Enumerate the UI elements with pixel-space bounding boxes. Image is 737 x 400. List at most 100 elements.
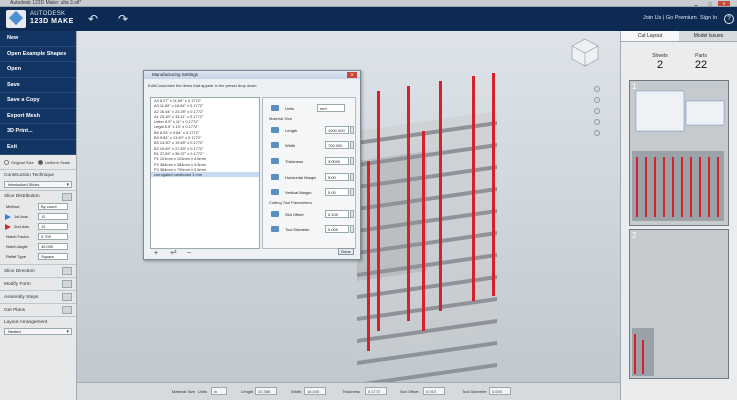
units-dropdown[interactable]: mm: [317, 104, 345, 112]
home-icon[interactable]: [594, 130, 600, 136]
close-button[interactable]: ✕: [718, 1, 730, 6]
menu-save-copy[interactable]: Save a Copy: [0, 93, 76, 109]
fit-icon[interactable]: [594, 119, 600, 125]
slot-offset-spinner[interactable]: [350, 210, 354, 218]
tab-model-issues[interactable]: Model Issues: [679, 31, 737, 42]
tool-diameter-row: Tool Diameter 0.000: [267, 225, 355, 233]
sheet-2-thumbnail[interactable]: 2: [629, 229, 729, 379]
length-row: Length 1000.000: [267, 126, 355, 134]
dialog-title: Manufacturing Settings: [152, 72, 199, 77]
parts-stat: Parts 22: [681, 53, 721, 71]
preset-list[interactable]: A4 8.27" x 11.69" x 0.1772" A3 11.69" x …: [150, 97, 260, 249]
slot-offset-field[interactable]: 0.010: [423, 387, 445, 395]
undo-icon[interactable]: ↶: [88, 12, 98, 26]
minimize-button[interactable]: ▁: [690, 1, 702, 6]
thickness-field[interactable]: 3.0000: [325, 157, 349, 165]
part-slice: [717, 157, 719, 217]
modify-form-button[interactable]: Modify Form: [0, 277, 76, 290]
duplicate-preset-button[interactable]: +²: [170, 250, 176, 257]
app-logo[interactable]: [6, 10, 26, 28]
vmargin-icon: [271, 189, 279, 195]
axis2-row: 2nd Axis 12: [4, 222, 72, 232]
menu-open-example-shapes[interactable]: Open Example Shapes: [0, 46, 76, 62]
axis2-field[interactable]: 12: [38, 223, 68, 230]
join-premium-link[interactable]: Join Us | Go Premium: [643, 15, 697, 21]
slice-distribution-icon[interactable]: [62, 193, 72, 201]
get-plans-button[interactable]: Get Plans: [0, 303, 76, 316]
sign-in-link[interactable]: Sign In: [700, 15, 717, 21]
assembly-steps-button[interactable]: Assembly Steps: [0, 290, 76, 303]
method-dropdown[interactable]: By count: [38, 203, 68, 210]
column-slice: [492, 73, 495, 296]
length-label: Length: [241, 389, 254, 394]
preset-item-selected[interactable]: corrugated cardboard 3 mm: [151, 172, 259, 178]
help-icon[interactable]: ?: [724, 14, 734, 24]
length-label: Length: [285, 127, 298, 133]
length-field[interactable]: 22.386: [255, 387, 277, 395]
brand-product: 123D MAKE: [30, 18, 74, 25]
slice-direction-button[interactable]: Slice Direction: [0, 264, 76, 277]
axis1-icon: [5, 214, 11, 220]
notch-angle-label: Notch Angle: [6, 244, 28, 249]
hmargin-spinner[interactable]: [350, 173, 354, 181]
orbit-icon[interactable]: [594, 86, 600, 92]
manufacturing-settings-dialog: Manufacturing Settings ✕ Edit/Customize …: [143, 70, 361, 260]
add-preset-button[interactable]: +: [154, 250, 158, 257]
vmargin-field[interactable]: 5.00: [325, 188, 349, 196]
tool-diameter-field[interactable]: 0.000: [325, 225, 349, 233]
axis1-field[interactable]: 12: [38, 213, 68, 220]
thickness-spinner[interactable]: [350, 157, 354, 165]
menu-open[interactable]: Open: [0, 62, 76, 78]
menu-3d-print[interactable]: 3D Print...: [0, 124, 76, 140]
sheet-1-thumbnail[interactable]: 1: [629, 80, 729, 226]
sheet-1-layout: [632, 90, 725, 221]
tool-diameter-field[interactable]: 0.000: [489, 387, 511, 395]
width-field[interactable]: 16.540: [304, 387, 326, 395]
width-row: Width 700.000: [267, 141, 355, 149]
dialog-titlebar: Manufacturing Settings ✕: [144, 71, 360, 79]
menu-save[interactable]: Save: [0, 77, 76, 93]
redo-icon[interactable]: ↷: [118, 12, 128, 26]
remove-preset-button[interactable]: −: [187, 250, 191, 257]
maximize-button[interactable]: ▢: [704, 1, 716, 6]
construction-dropdown[interactable]: Interlocked Slices: [4, 181, 72, 188]
slice-distribution-section: Slice Distribution Method By count 1st A…: [0, 190, 76, 264]
thickness-field[interactable]: 0.1772: [365, 387, 387, 395]
column-slice: [377, 91, 380, 331]
width-spinner[interactable]: [350, 141, 354, 149]
done-button[interactable]: Done: [338, 248, 354, 255]
length-spinner[interactable]: [350, 126, 354, 134]
thickness-label: Thickness: [342, 389, 361, 394]
hmargin-field[interactable]: 5.00: [325, 173, 349, 181]
layout-dropdown[interactable]: Nested: [4, 328, 72, 335]
axis1-row: 1st Axis 12: [4, 212, 72, 222]
length-field[interactable]: 1000.000: [325, 126, 349, 134]
column-slice: [472, 76, 475, 301]
width-label: Width: [291, 389, 302, 394]
dialog-footer: + +² −: [150, 249, 356, 259]
uniform-scale-radio[interactable]: [38, 160, 43, 165]
column-slice: [422, 131, 425, 331]
width-field[interactable]: 700.000: [325, 141, 349, 149]
tool-diameter-spinner[interactable]: [350, 225, 354, 233]
zoom-icon[interactable]: [594, 108, 600, 114]
vmargin-spinner[interactable]: [350, 188, 354, 196]
view-cube[interactable]: [570, 37, 600, 67]
notch-factor-field[interactable]: 0.700: [38, 233, 68, 240]
dialog-close-button[interactable]: ✕: [347, 72, 357, 78]
notch-angle-field[interactable]: 45.000: [38, 243, 68, 250]
original-size-radio[interactable]: [4, 160, 9, 165]
slot-offset-label: Slot Offset: [400, 389, 419, 394]
pan-icon[interactable]: [594, 97, 600, 103]
menu-new[interactable]: New: [0, 31, 76, 47]
relief-dropdown[interactable]: Square: [38, 253, 68, 260]
units-label: Units: [285, 105, 295, 111]
tab-cut-layout[interactable]: Cut Layout: [621, 31, 679, 42]
tool-diameter-icon: [271, 226, 279, 232]
menu-export-mesh[interactable]: Export Mesh: [0, 108, 76, 124]
slot-offset-field[interactable]: 0.100: [325, 210, 349, 218]
units-dropdown[interactable]: in: [211, 387, 227, 395]
menu-exit[interactable]: Exit: [0, 139, 76, 155]
thickness-icon: [271, 158, 279, 164]
part-slice: [681, 157, 683, 217]
